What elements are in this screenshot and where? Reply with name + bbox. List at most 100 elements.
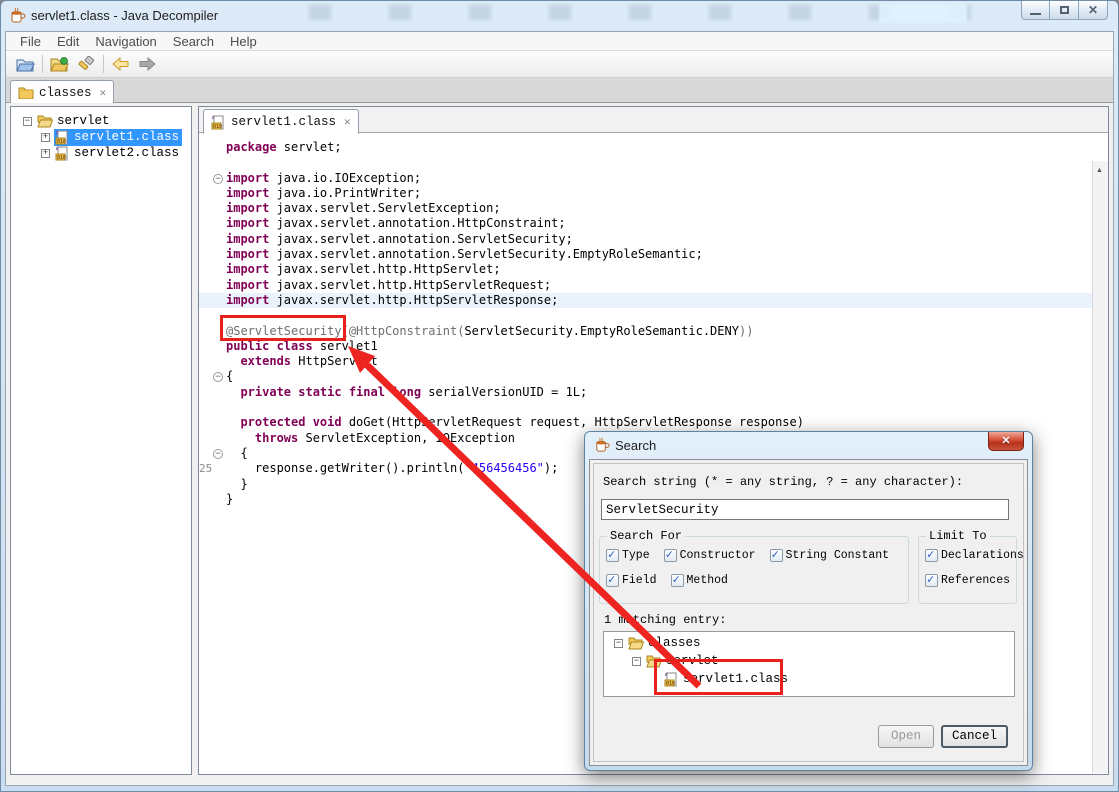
tree-item-classes[interactable]: −classes [614, 635, 704, 651]
tree-item-servlet[interactable]: −servlet [23, 113, 113, 129]
checkbox-string-constant[interactable]: ✓ String Constant [770, 549, 890, 562]
back-icon[interactable] [110, 54, 132, 74]
menu-item-edit[interactable]: Edit [49, 34, 87, 49]
menu-bar: FileEditNavigationSearchHelp [6, 32, 1113, 51]
tree-item-servlet2-class[interactable]: +010servlet2.class [41, 145, 182, 161]
checkbox-field[interactable]: ✓Field [606, 574, 657, 587]
limit-to-group: Limit To✓Declarations✓References [918, 536, 1017, 604]
tab-close-icon[interactable]: ✕ [344, 115, 351, 129]
expander-icon[interactable]: − [614, 639, 623, 648]
expander-icon[interactable]: − [23, 117, 32, 126]
expander-icon[interactable]: − [632, 657, 641, 666]
tree-item-body[interactable]: 010servlet1.class [54, 129, 182, 146]
code-token: ServletSecurity.EmptyRoleSemantic.DENY [464, 324, 739, 338]
search-input[interactable] [601, 499, 1009, 520]
code-line-3[interactable]: −import java.io.IOException; [199, 171, 1108, 186]
class-file-icon: 010 [55, 130, 70, 145]
expander-icon[interactable]: + [41, 149, 50, 158]
code-token: import [226, 232, 269, 246]
checkbox-type[interactable]: ✓Type [606, 549, 650, 562]
open-file-icon[interactable] [14, 54, 36, 74]
tree-item-servlet1-class[interactable]: +010servlet1.class [41, 129, 182, 145]
checkbox-label: Constructor [680, 549, 756, 562]
title-bar[interactable]: servlet1.class - Java Decompiler ✕ [1, 1, 1118, 31]
checkbox-box-icon[interactable]: ✓ [664, 549, 677, 562]
folder-open-icon [37, 114, 53, 128]
code-line-7[interactable]: −import javax.servlet.annotation.Servlet… [199, 232, 1108, 247]
matching-entry-label: 1 matching entry: [604, 613, 726, 627]
search-dialog-titlebar[interactable]: Search ✕ [585, 432, 1032, 459]
menu-item-help[interactable]: Help [222, 34, 265, 49]
checkbox-method[interactable]: ✓Method [671, 574, 728, 587]
tab-servlet1-class[interactable]: 010 servlet1.class ✕ [203, 109, 359, 134]
checkbox-box-icon[interactable]: ✓ [925, 574, 938, 587]
checkbox-references[interactable]: ✓References [925, 574, 1010, 587]
code-line-14[interactable]: −public class servlet1 [199, 339, 1108, 354]
checkbox-box-icon[interactable]: ✓ [606, 549, 619, 562]
tab-close-icon[interactable]: ✕ [100, 86, 107, 100]
menu-item-file[interactable]: File [12, 34, 49, 49]
minimize-icon [1030, 12, 1041, 15]
code-token [226, 431, 255, 445]
code-line-6[interactable]: −import javax.servlet.annotation.HttpCon… [199, 216, 1108, 231]
checkbox-box-icon[interactable]: ✓ [925, 549, 938, 562]
code-line-9[interactable]: −import javax.servlet.http.HttpServlet; [199, 262, 1108, 277]
tree-item-body[interactable]: servlet [36, 113, 113, 129]
search-icon[interactable] [75, 54, 97, 74]
close-button[interactable]: ✕ [1079, 1, 1108, 20]
editor-scrollbar[interactable]: ▲ [1092, 161, 1108, 773]
code-token: import [226, 186, 269, 200]
gutter: − [199, 201, 226, 216]
forward-icon[interactable] [136, 54, 158, 74]
checkbox-declarations[interactable]: ✓Declarations [925, 549, 1024, 562]
code-token: } [226, 492, 233, 506]
code-line-15[interactable]: − extends HttpServlet [199, 354, 1108, 369]
code-line-5[interactable]: −import javax.servlet.ServletException; [199, 201, 1108, 216]
checkbox-box-icon[interactable]: ✓ [606, 574, 619, 587]
tree-item-body[interactable]: 010servlet2.class [54, 145, 182, 162]
code-token: javax.servlet.http.HttpServlet; [269, 262, 500, 276]
menu-item-navigation[interactable]: Navigation [87, 34, 164, 49]
checkbox-box-icon[interactable]: ✓ [671, 574, 684, 587]
check-icon: ✓ [772, 547, 779, 562]
checkbox-row: ✓Field ✓Method [606, 574, 728, 587]
maximize-button[interactable] [1050, 1, 1079, 20]
folder-icon [18, 86, 34, 99]
fold-toggle-icon[interactable]: − [213, 174, 223, 184]
code-line-17[interactable]: − private static final long serialVersio… [199, 385, 1108, 400]
search-dialog: Search ✕ Search string (* = any string, … [584, 431, 1033, 771]
gutter: − [199, 171, 226, 186]
checkbox-constructor[interactable]: ✓Constructor [664, 549, 756, 562]
code-line-19[interactable]: − protected void doGet(HttpServletReques… [199, 415, 1108, 430]
menu-item-search[interactable]: Search [165, 34, 222, 49]
open-type-icon[interactable] [49, 54, 71, 74]
code-line-16[interactable]: −{ [199, 369, 1108, 384]
search-string-label: Search string (* = any string, ? = any c… [603, 475, 963, 489]
scroll-up-icon[interactable]: ▲ [1096, 167, 1103, 174]
minimize-button[interactable] [1021, 1, 1050, 20]
gutter: − [199, 446, 226, 461]
code-line-4[interactable]: −import java.io.PrintWriter; [199, 186, 1108, 201]
code-token: package [226, 140, 277, 154]
class-file-icon: 010 [211, 115, 226, 130]
code-line-2[interactable]: − [199, 155, 1108, 170]
code-line-18[interactable]: − [199, 400, 1108, 415]
code-line-8[interactable]: −import javax.servlet.annotation.Servlet… [199, 247, 1108, 262]
open-button[interactable]: Open [878, 725, 934, 748]
checkbox-label: Type [622, 549, 650, 562]
window-title: servlet1.class - Java Decompiler [31, 8, 218, 23]
code-line-10[interactable]: −import javax.servlet.http.HttpServletRe… [199, 278, 1108, 293]
expander-icon[interactable]: + [41, 133, 50, 142]
dialog-close-button[interactable]: ✕ [988, 432, 1024, 451]
cancel-button[interactable]: Cancel [941, 725, 1008, 748]
checkbox-box-icon[interactable]: ✓ [770, 549, 783, 562]
gutter: − [199, 431, 226, 446]
tab-classes[interactable]: classes ✕ [10, 80, 114, 104]
close-icon: ✕ [1088, 3, 1098, 17]
fold-toggle-icon[interactable]: − [213, 449, 223, 459]
code-line-1[interactable]: −package servlet; [199, 140, 1108, 155]
tree-item-body[interactable]: classes [627, 635, 704, 651]
fold-toggle-icon[interactable]: − [213, 372, 223, 382]
code-line-11[interactable]: −import javax.servlet.http.HttpServletRe… [199, 293, 1108, 308]
checkbox-label: String Constant [786, 549, 890, 562]
